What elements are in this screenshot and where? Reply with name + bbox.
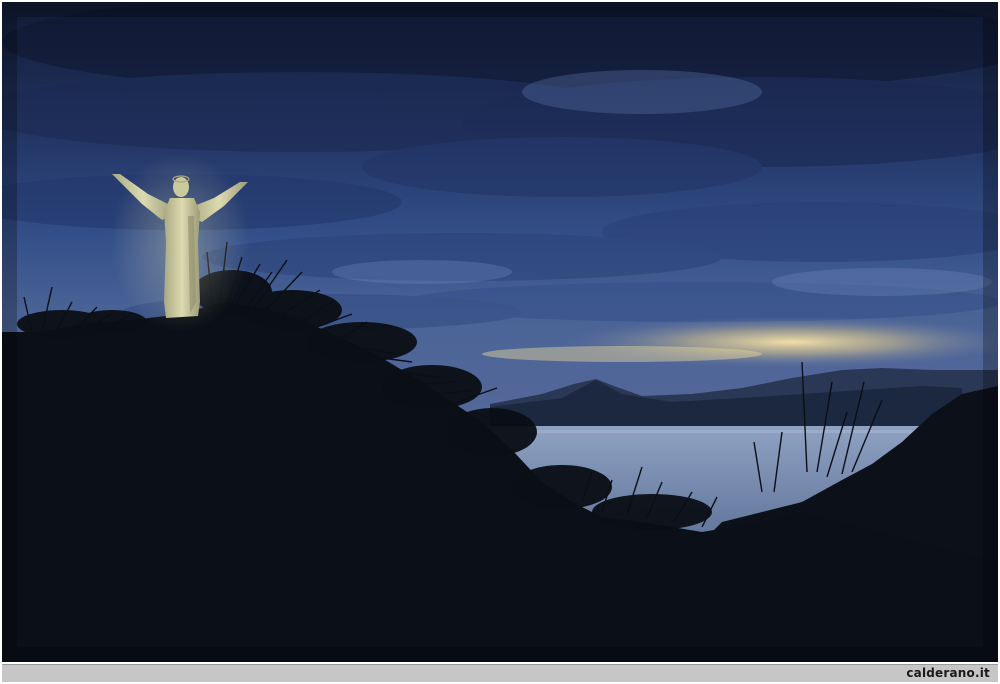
photograph bbox=[2, 2, 998, 662]
photo-credit: calderano.it bbox=[906, 666, 990, 680]
image-frame: calderano.it bbox=[0, 0, 1000, 684]
caption-bar: calderano.it bbox=[2, 664, 998, 682]
